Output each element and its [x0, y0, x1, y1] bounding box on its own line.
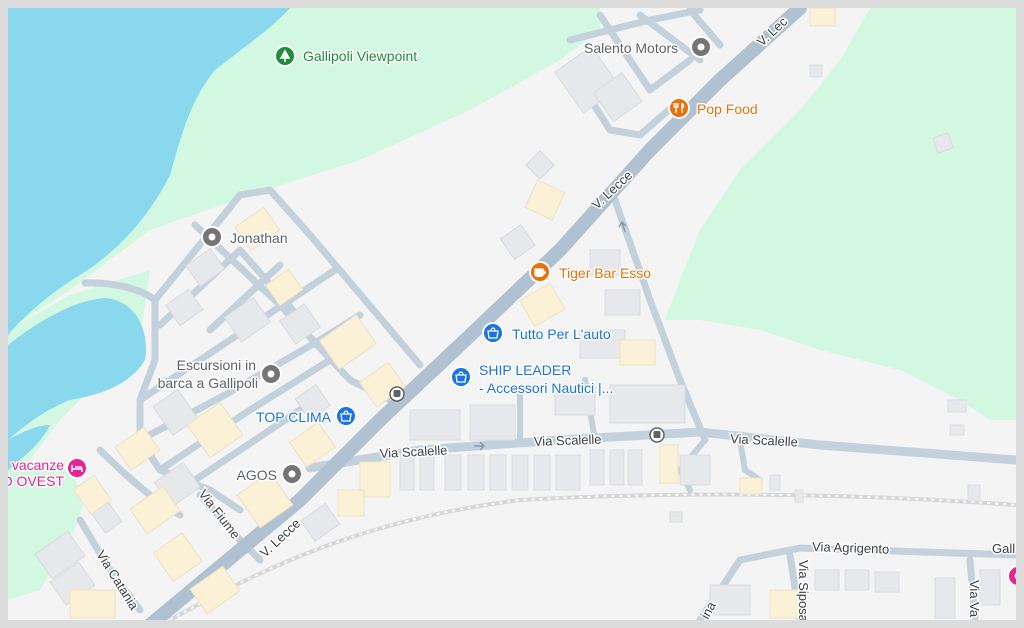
bus-stop-icon[interactable]	[649, 427, 665, 443]
poi-label: Pop Food	[697, 101, 758, 117]
poi-top-clima[interactable]: TOP CLIMA	[255, 405, 357, 427]
frame-bottom	[0, 620, 1024, 628]
poi-label: AGOS	[237, 467, 277, 483]
poi-label-line2: - Accessori Nautici |...	[479, 380, 613, 396]
poi-label: SHIP LEADER	[479, 362, 571, 378]
poi-label-line2: O OVEST	[2, 473, 65, 489]
poi-label: TOP CLIMA	[256, 409, 332, 425]
frame-left	[0, 0, 8, 628]
road-label-via-scalelle-2: Via Scalelle	[534, 432, 602, 449]
poi-label-line2: barca a Gallipoli	[158, 375, 258, 391]
road-label-via-siposano: Via Siposano	[796, 560, 811, 628]
place-pin-icon	[208, 233, 216, 241]
place-pin-icon	[288, 470, 296, 478]
frame-right	[1016, 0, 1024, 628]
poi-label: Tiger Bar Esso	[559, 265, 651, 281]
poi-label: Salento Motors	[584, 40, 678, 56]
road-label-via-agrigento: Via Agrigento	[812, 539, 890, 557]
road-label-gall: Gall	[992, 541, 1015, 556]
poi-agos[interactable]: AGOS	[235, 463, 303, 485]
poi-jonathan[interactable]: Jonathan	[201, 226, 289, 248]
poi-pop-food[interactable]: Pop Food	[668, 97, 759, 119]
place-pin-icon	[697, 43, 705, 51]
place-pin-icon	[267, 370, 275, 378]
poi-label: Jonathan	[230, 230, 288, 246]
poi-label: vacanze	[12, 457, 64, 473]
poi-label: Gallipoli Viewpoint	[303, 48, 417, 64]
map-canvas[interactable]: V. Lecce V. Lec V. Lecce Via Scalelle Vi…	[0, 0, 1024, 628]
poi-label: Tutto Per L'auto	[512, 326, 611, 342]
poi-label: Escursioni in	[177, 357, 256, 373]
bus-stop-icon[interactable]	[389, 386, 405, 402]
frame-top	[0, 0, 1024, 8]
road-label-via-va: Via Va	[967, 580, 982, 618]
poi-tiger-bar-esso[interactable]: Tiger Bar Esso	[529, 261, 653, 283]
